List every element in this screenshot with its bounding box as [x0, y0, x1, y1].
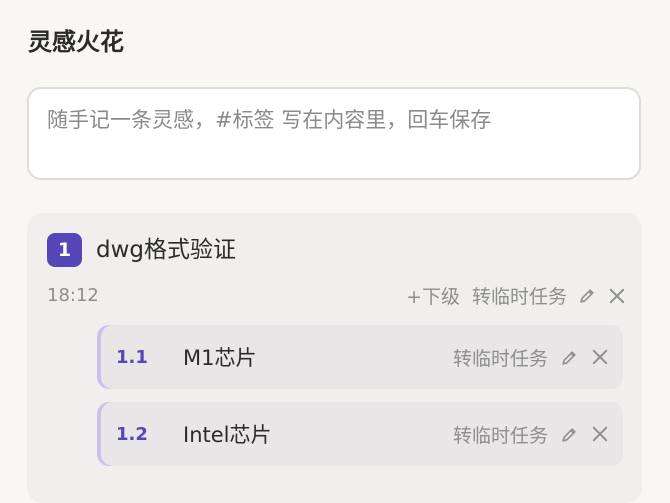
- idea-actions: +下级 转临时任务: [406, 282, 626, 309]
- convert-to-task-button[interactable]: 转临时任务: [453, 344, 548, 371]
- close-icon[interactable]: [591, 348, 609, 366]
- sub-idea-actions: 转临时任务: [453, 325, 609, 389]
- idea-timestamp: 18:12: [47, 285, 99, 306]
- sub-idea-item: 1.1 M1芯片 转临时任务: [97, 325, 623, 389]
- sub-idea-item: 1.2 Intel芯片 转临时任务: [97, 402, 623, 466]
- sub-idea-label: Intel芯片: [183, 423, 272, 447]
- convert-to-task-button[interactable]: 转临时任务: [472, 282, 567, 309]
- pencil-icon[interactable]: [561, 426, 578, 443]
- sub-idea-actions: 转临时任务: [453, 402, 609, 466]
- sub-idea-index: 1.2: [116, 423, 148, 445]
- close-icon[interactable]: [608, 287, 626, 305]
- pencil-icon[interactable]: [561, 349, 578, 366]
- page-title: 灵感火花: [28, 28, 124, 56]
- pencil-icon[interactable]: [579, 287, 596, 304]
- add-child-button[interactable]: +下级: [406, 282, 460, 309]
- idea-index-badge: 1: [47, 233, 82, 267]
- idea-card: 1 dwg格式验证 18:12 +下级 转临时任务 1.1 M1芯片 转临时任务…: [27, 213, 642, 503]
- close-icon[interactable]: [591, 425, 609, 443]
- idea-title: dwg格式验证: [96, 237, 237, 263]
- sub-idea-label: M1芯片: [183, 346, 257, 370]
- convert-to-task-button[interactable]: 转临时任务: [453, 421, 548, 448]
- idea-input[interactable]: [27, 87, 641, 180]
- sub-idea-index: 1.1: [116, 346, 148, 368]
